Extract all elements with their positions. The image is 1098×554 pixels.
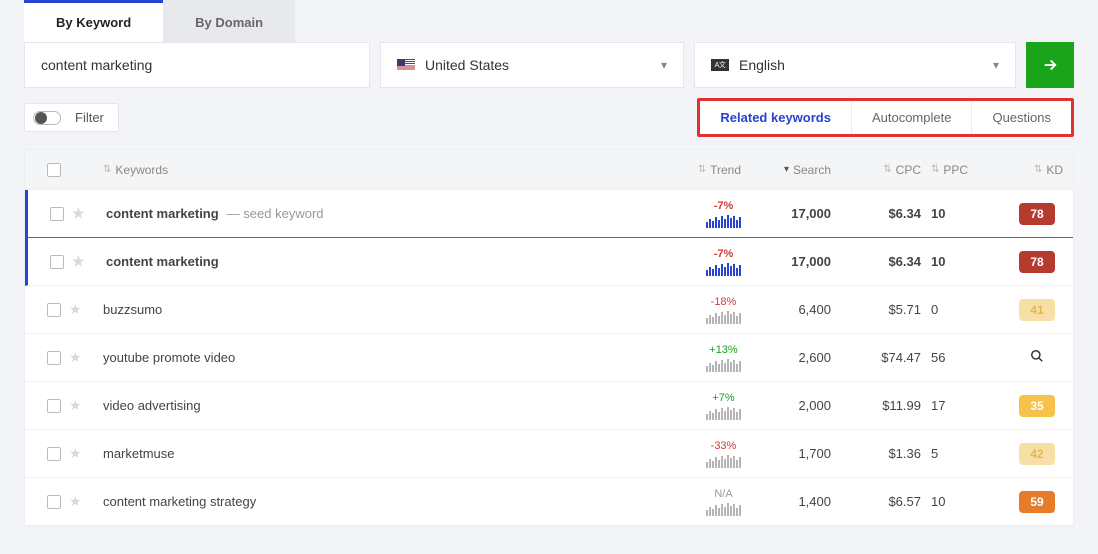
col-search[interactable]: ▾Search — [751, 163, 841, 177]
result-subtabs: Related keywords Autocomplete Questions — [697, 98, 1074, 137]
cpc-value: $6.57 — [841, 494, 931, 509]
country-value: United States — [425, 57, 509, 73]
table-row: ★ youtube promote video +13% 2,600$74.4756 — [25, 334, 1073, 382]
trend-cell: -33% — [706, 440, 741, 468]
search-value: 6,400 — [751, 302, 841, 317]
tab-by-domain[interactable]: By Domain — [163, 0, 295, 42]
kd-badge: 41 — [1019, 299, 1055, 321]
keyword-input[interactable]: content marketing — [24, 42, 370, 88]
row-checkbox[interactable] — [50, 207, 64, 221]
subtab-questions[interactable]: Questions — [972, 101, 1071, 134]
language-select[interactable]: A文 English ▾ — [694, 42, 1016, 88]
subtab-autocomplete[interactable]: Autocomplete — [852, 101, 973, 134]
filter-toggle[interactable]: Filter — [24, 103, 119, 132]
ppc-value: 5 — [931, 446, 1001, 461]
star-icon[interactable]: ★ — [69, 493, 82, 510]
language-icon: A文 — [711, 59, 729, 71]
star-icon[interactable]: ★ — [69, 445, 82, 462]
keyword-text[interactable]: marketmuse — [103, 446, 175, 461]
search-icon[interactable] — [1030, 349, 1044, 366]
star-icon[interactable]: ★ — [72, 205, 85, 222]
flag-us-icon — [397, 59, 415, 71]
row-checkbox[interactable] — [47, 447, 61, 461]
ppc-value: 10 — [931, 494, 1001, 509]
trend-cell: -18% — [706, 296, 741, 324]
chevron-down-icon: ▾ — [661, 58, 667, 72]
cpc-value: $74.47 — [841, 350, 931, 365]
search-button[interactable] — [1026, 42, 1074, 88]
search-value: 17,000 — [751, 206, 841, 221]
search-value: 1,700 — [751, 446, 841, 461]
toggle-icon — [33, 111, 61, 125]
col-cpc[interactable]: ⇅CPC — [841, 163, 931, 177]
table-row: ★ content marketing — seed keyword -7% 17,0… — [25, 190, 1073, 238]
kd-badge: 35 — [1019, 395, 1055, 417]
star-icon[interactable]: ★ — [72, 253, 85, 270]
ppc-value: 56 — [931, 350, 1001, 365]
ppc-value: 10 — [931, 254, 1001, 269]
filter-label: Filter — [75, 110, 104, 125]
cpc-value: $6.34 — [841, 206, 931, 221]
keyword-text[interactable]: content marketing — [106, 206, 219, 221]
kd-badge: 42 — [1019, 443, 1055, 465]
arrow-right-icon — [1041, 56, 1059, 74]
kd-badge: 78 — [1019, 251, 1055, 273]
search-value: 1,400 — [751, 494, 841, 509]
col-ppc[interactable]: ⇅PPC — [931, 163, 1001, 177]
table-row: ★ video advertising +7% 2,000$11.9917 35 — [25, 382, 1073, 430]
kd-badge: 59 — [1019, 491, 1055, 513]
seed-tag: — seed keyword — [227, 206, 324, 221]
table-row: ★ marketmuse -33% 1,700$1.365 42 — [25, 430, 1073, 478]
star-icon[interactable]: ★ — [69, 301, 82, 318]
row-checkbox[interactable] — [47, 399, 61, 413]
kd-badge: 78 — [1019, 203, 1055, 225]
ppc-value: 0 — [931, 302, 1001, 317]
keywords-table: ⇅Keywords ⇅Trend ▾Search ⇅CPC ⇅PPC ⇅KD ★… — [24, 149, 1074, 527]
table-header: ⇅Keywords ⇅Trend ▾Search ⇅CPC ⇅PPC ⇅KD — [25, 150, 1073, 190]
country-select[interactable]: United States ▾ — [380, 42, 684, 88]
cpc-value: $6.34 — [841, 254, 931, 269]
star-icon[interactable]: ★ — [69, 349, 82, 366]
row-checkbox[interactable] — [50, 255, 64, 269]
row-checkbox[interactable] — [47, 495, 61, 509]
cpc-value: $11.99 — [841, 398, 931, 413]
ppc-value: 10 — [931, 206, 1001, 221]
trend-cell: -7% — [706, 200, 741, 228]
star-icon[interactable]: ★ — [69, 397, 82, 414]
top-tabs: By Keyword By Domain — [24, 0, 1074, 42]
chevron-down-icon: ▾ — [993, 58, 999, 72]
trend-cell: +7% — [706, 392, 741, 420]
keyword-text[interactable]: content marketing strategy — [103, 494, 256, 509]
tab-by-keyword[interactable]: By Keyword — [24, 0, 163, 42]
keyword-value: content marketing — [41, 57, 152, 73]
row-checkbox[interactable] — [47, 303, 61, 317]
language-value: English — [739, 57, 785, 73]
keyword-text[interactable]: youtube promote video — [103, 350, 235, 365]
search-value: 2,600 — [751, 350, 841, 365]
table-row: ★ content marketing strategy N/A 1,400$6.57… — [25, 478, 1073, 526]
keyword-text[interactable]: video advertising — [103, 398, 201, 413]
keyword-text[interactable]: buzzsumo — [103, 302, 162, 317]
trend-cell: N/A — [706, 488, 741, 516]
search-value: 2,000 — [751, 398, 841, 413]
col-keywords[interactable]: ⇅Keywords — [103, 163, 657, 177]
cpc-value: $1.36 — [841, 446, 931, 461]
search-value: 17,000 — [751, 254, 841, 269]
trend-cell: -7% — [706, 248, 741, 276]
row-checkbox[interactable] — [47, 351, 61, 365]
col-kd[interactable]: ⇅KD — [1001, 163, 1073, 177]
select-all-checkbox[interactable] — [47, 163, 61, 177]
ppc-value: 17 — [931, 398, 1001, 413]
trend-cell: +13% — [706, 344, 741, 372]
keyword-text[interactable]: content marketing — [106, 254, 219, 269]
cpc-value: $5.71 — [841, 302, 931, 317]
table-row: ★ buzzsumo -18% 6,400$5.710 41 — [25, 286, 1073, 334]
col-trend[interactable]: ⇅Trend — [657, 163, 751, 177]
table-row: ★ content marketing -7% 17,000$6.3410 78 — [25, 238, 1073, 286]
subtab-related-keywords[interactable]: Related keywords — [700, 101, 852, 134]
